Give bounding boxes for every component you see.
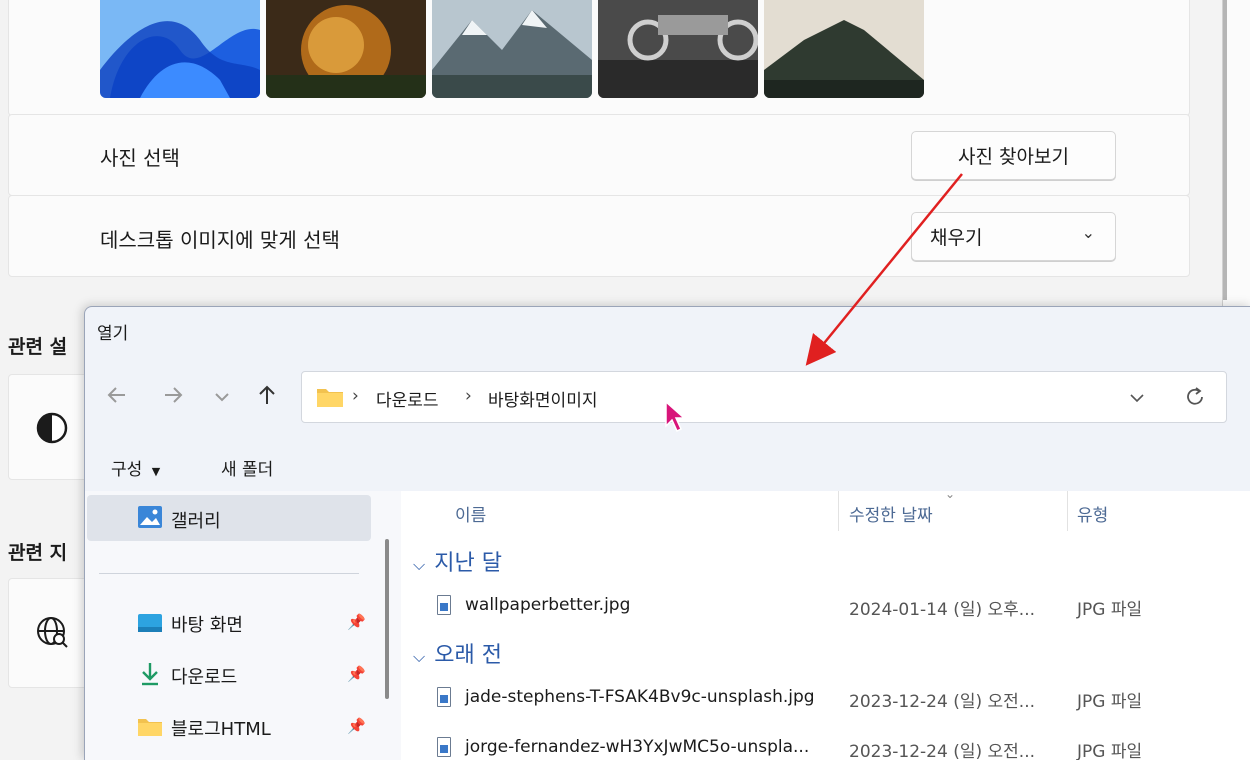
mouse-cursor-icon: [665, 400, 686, 433]
annotation-arrow: [805, 173, 963, 366]
